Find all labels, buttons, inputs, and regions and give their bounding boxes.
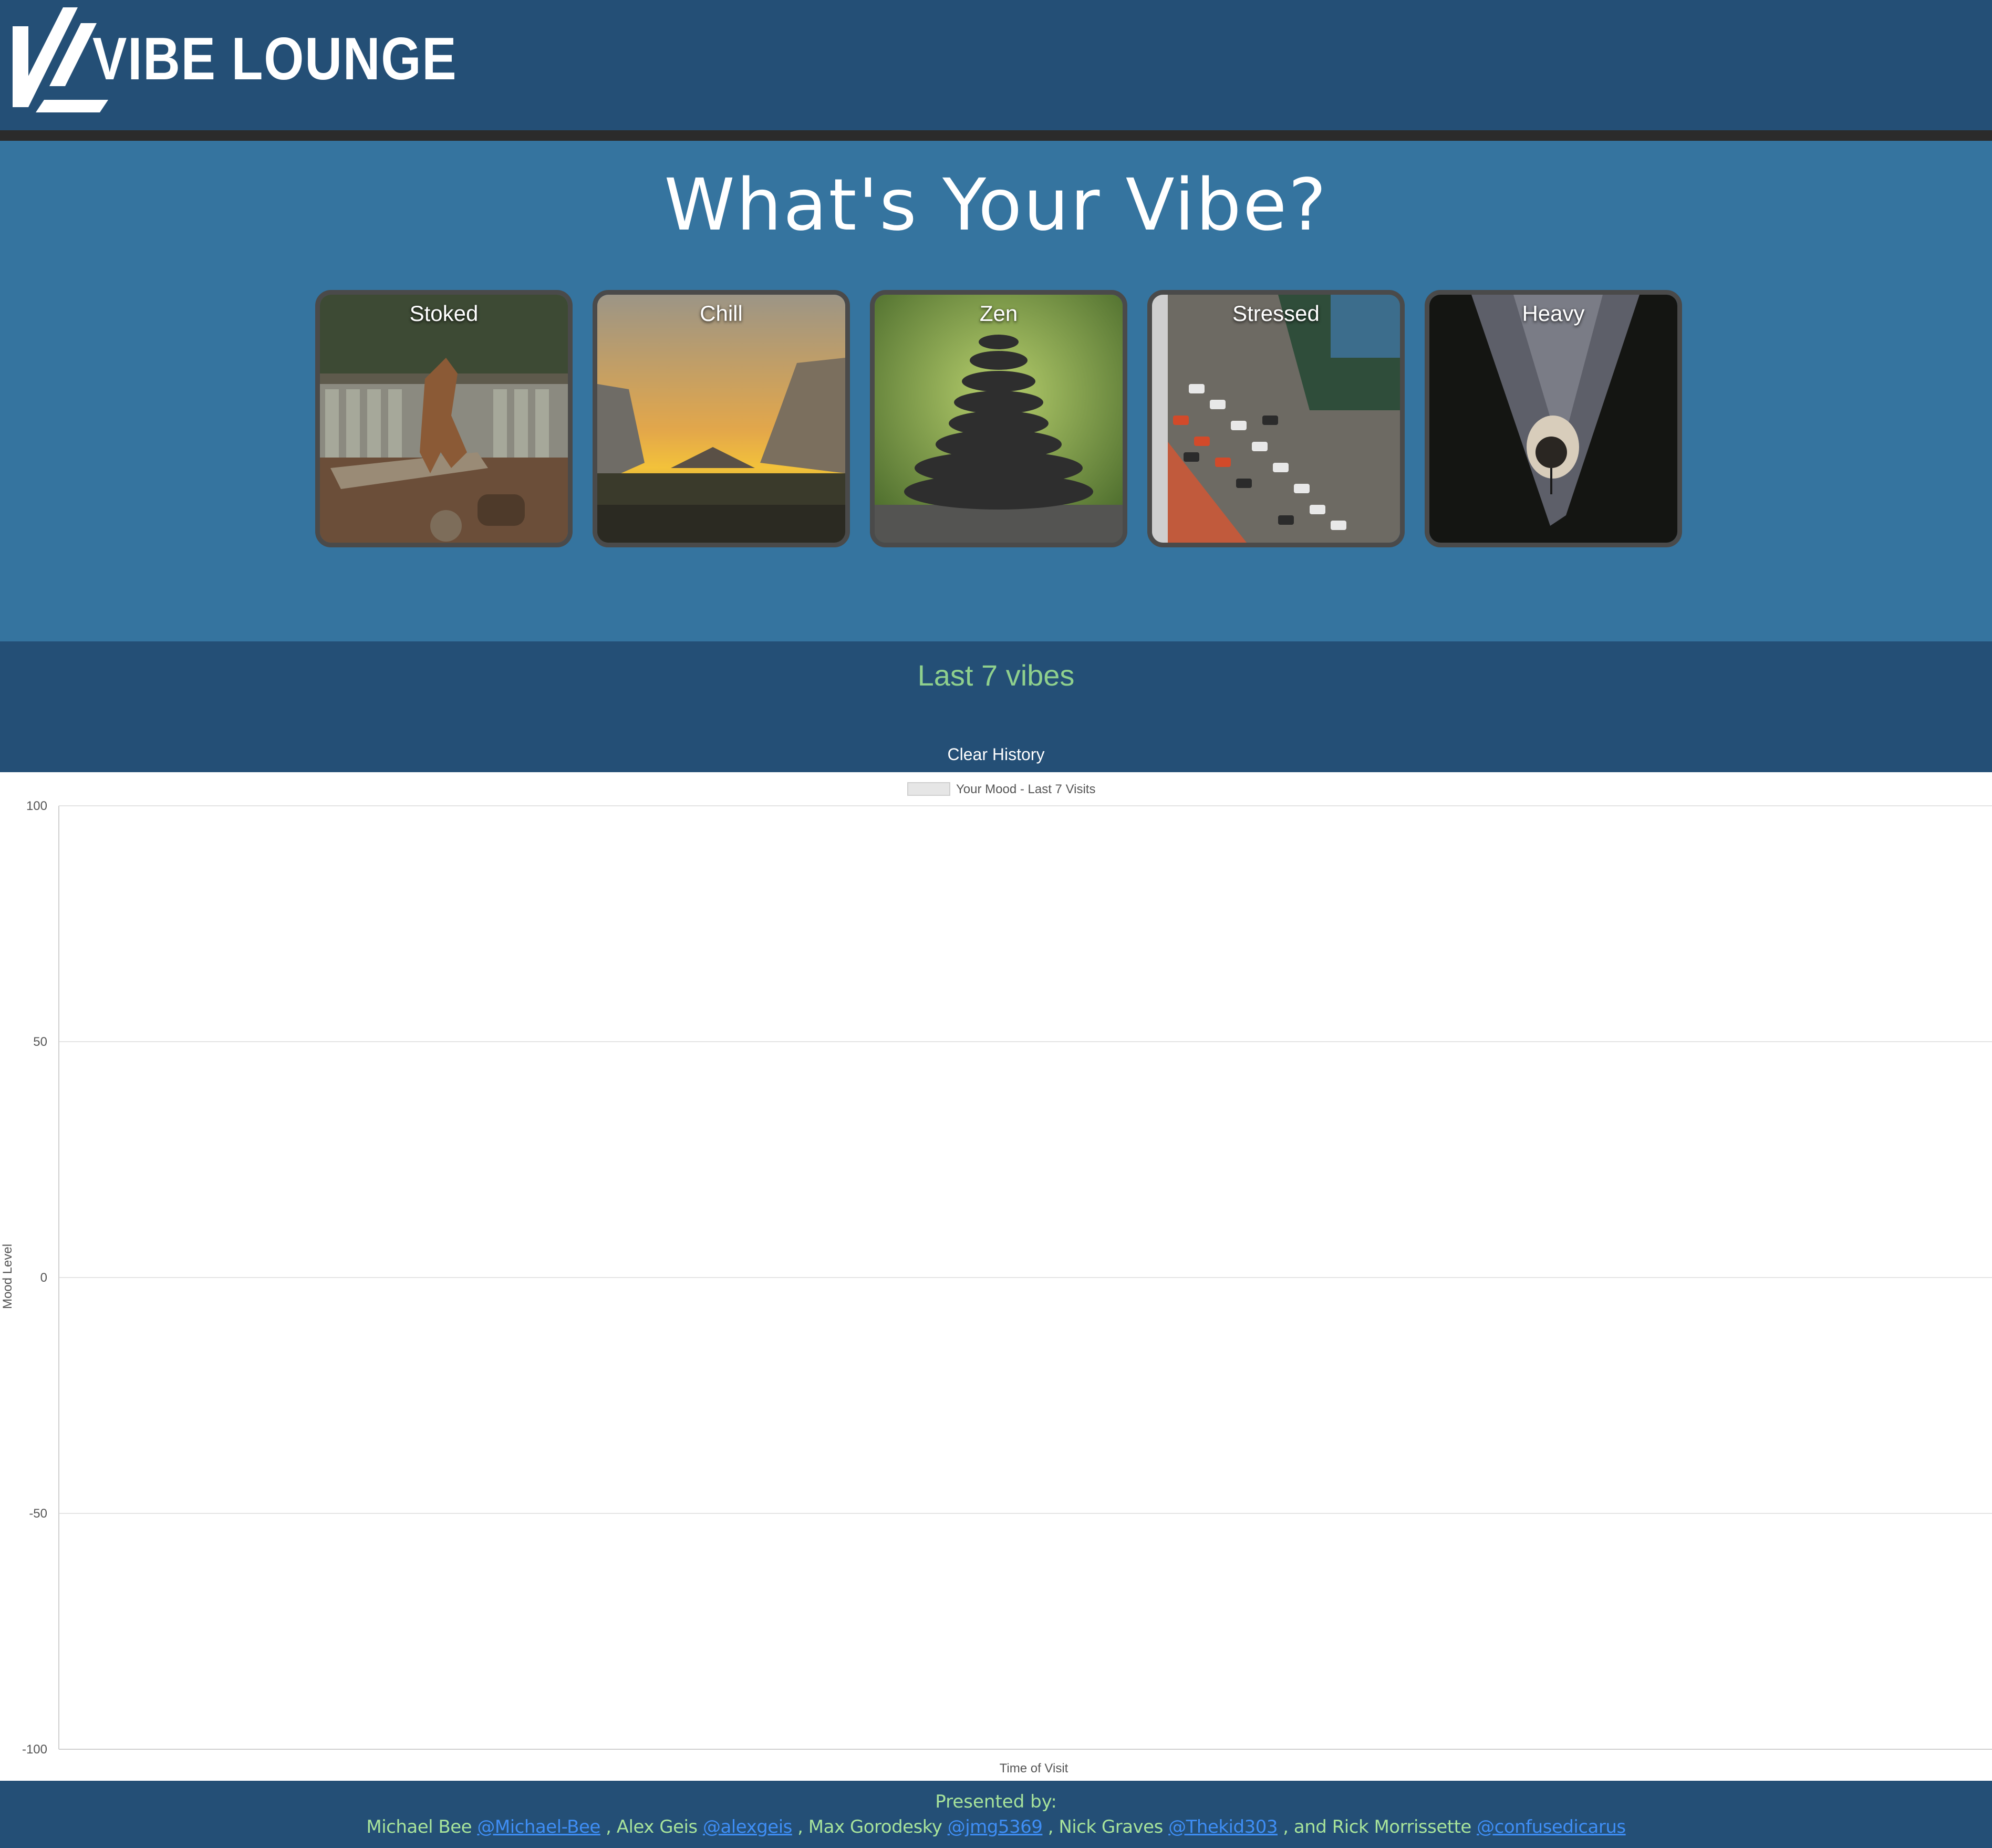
x-axis-title: Time of Visit xyxy=(1000,1761,1068,1776)
stacked-stones-photo xyxy=(875,295,1123,543)
github-link[interactable]: @jmg5369 xyxy=(948,1816,1043,1837)
credit-separator: , xyxy=(792,1816,808,1837)
y-tick-label: 50 xyxy=(33,1035,47,1049)
y-tick-label: 0 xyxy=(40,1271,47,1285)
mood-card-heavy[interactable]: Heavy xyxy=(1425,290,1682,547)
history-section: Last 7 vibes Clear History xyxy=(0,641,1992,772)
mood-card-chill[interactable]: Chill xyxy=(593,290,850,547)
page-title: What's Your Vibe? xyxy=(664,164,1328,247)
credit-name: Nick Graves xyxy=(1059,1816,1163,1837)
mood-picker-section: What's Your Vibe? Stoked Chill Zen Stres… xyxy=(0,141,1992,641)
valley-sunset-photo xyxy=(597,295,845,543)
credit-separator: , and xyxy=(1277,1816,1332,1837)
site-header: VIBE LOUNGE xyxy=(0,0,1992,141)
mood-label: Stoked xyxy=(409,301,479,326)
mood-label: Chill xyxy=(700,301,743,326)
github-link[interactable]: @Thekid303 xyxy=(1168,1816,1278,1837)
mood-card-stoked[interactable]: Stoked xyxy=(315,290,573,547)
clear-history-button[interactable]: Clear History xyxy=(936,741,1056,769)
mood-chart-canvas: 100 50 0 -50 -100 Your Mood - Last 7 Visits Ti… xyxy=(1,782,1992,1776)
credit-name: Max Gorodesky xyxy=(808,1816,942,1837)
y-tick-label: -100 xyxy=(22,1742,47,1757)
y-axis-title: Mood Level xyxy=(1,1244,15,1309)
mood-card-zen[interactable]: Zen xyxy=(870,290,1127,547)
mood-chart: 100 50 0 -50 -100 Your Mood - Last 7 Visits Ti… xyxy=(0,772,1992,1781)
site-footer: Presented by: Michael Bee @Michael-Bee ,… xyxy=(0,1781,1992,1848)
traffic-jam-photo xyxy=(1152,295,1400,543)
mood-label: Heavy xyxy=(1522,301,1585,326)
footer-heading: Presented by: xyxy=(935,1791,1057,1812)
credit-name: Rick Morrissette xyxy=(1332,1816,1472,1837)
github-link[interactable]: @confusedicarus xyxy=(1477,1816,1626,1837)
github-link[interactable]: @alexgeis xyxy=(703,1816,792,1837)
credit-separator: , xyxy=(600,1816,617,1837)
legend-swatch xyxy=(907,782,950,796)
credit-name: Alex Geis xyxy=(616,1816,698,1837)
y-tick-label: -50 xyxy=(29,1507,47,1521)
howling-coyote-photo xyxy=(320,295,568,543)
github-link[interactable]: @Michael-Bee xyxy=(477,1816,600,1837)
mood-label: Zen xyxy=(979,301,1018,326)
legend-label: Your Mood - Last 7 Visits xyxy=(956,782,1095,796)
credits-line: Michael Bee @Michael-Bee , Alex Geis @al… xyxy=(0,1815,1992,1839)
credit-name: Michael Bee xyxy=(366,1816,472,1837)
mood-card-stressed[interactable]: Stressed xyxy=(1147,290,1405,547)
history-title: Last 7 vibes xyxy=(917,659,1075,692)
y-tick-label: 100 xyxy=(26,799,47,813)
hooded-figure-photo xyxy=(1429,295,1677,543)
credit-separator: , xyxy=(1042,1816,1059,1837)
logo-text[interactable]: VIBE LOUNGE xyxy=(92,25,457,94)
mood-label: Stressed xyxy=(1232,301,1320,326)
